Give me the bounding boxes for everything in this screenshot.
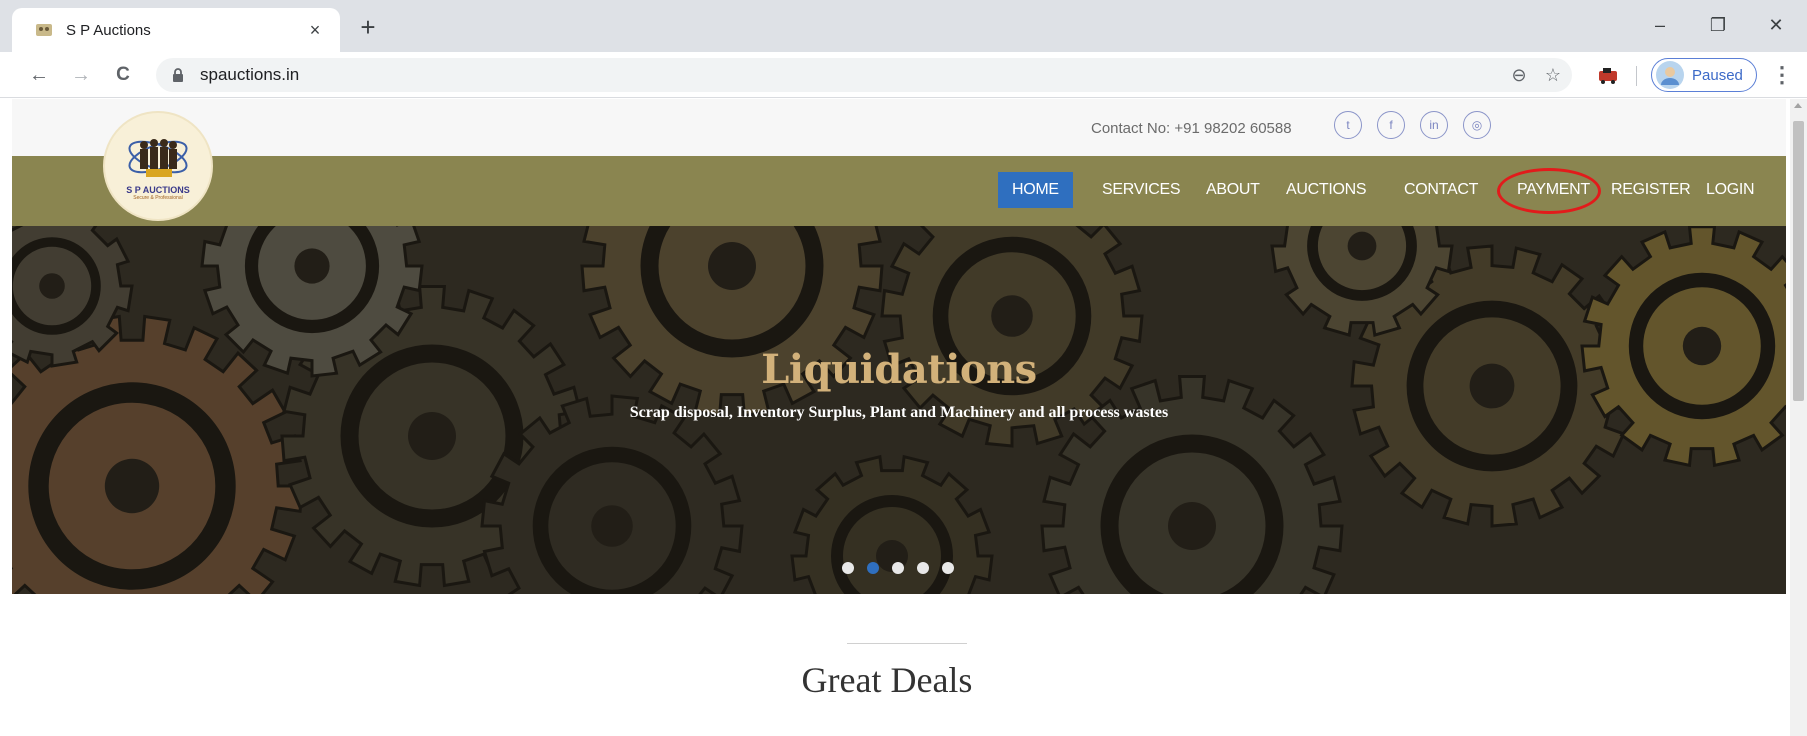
site-top-bar: Contact No: +91 98202 60588 t f in ◎ — [12, 99, 1786, 156]
scrollbar-thumb[interactable] — [1793, 121, 1804, 401]
facebook-icon[interactable]: f — [1377, 111, 1405, 139]
page-scrollbar[interactable] — [1790, 99, 1807, 736]
site-favicon-icon — [34, 20, 54, 40]
contact-number: Contact No: +91 98202 60588 — [1091, 120, 1292, 137]
logo-tagline: Secure & Professional — [133, 195, 183, 201]
section-divider — [847, 643, 967, 644]
nav-register[interactable]: REGISTER — [1597, 172, 1704, 208]
nav-contact[interactable]: CONTACT — [1390, 172, 1492, 208]
carousel-dot[interactable] — [942, 562, 954, 574]
back-button[interactable]: ← — [24, 60, 54, 90]
paused-label: Paused — [1692, 66, 1743, 84]
browser-tab-strip: S P Auctions × + – ❐ ✕ — [0, 0, 1807, 52]
minimize-button[interactable]: – — [1640, 10, 1680, 40]
nav-home[interactable]: HOME — [998, 172, 1073, 208]
profile-paused-button[interactable]: Paused — [1651, 58, 1757, 92]
nav-login[interactable]: LOGIN — [1692, 172, 1768, 208]
url-text: spauctions.in — [200, 65, 300, 84]
hero-title: Liquidations — [761, 346, 1037, 393]
nav-payment[interactable]: PAYMENT — [1503, 172, 1604, 208]
nav-services[interactable]: SERVICES — [1088, 172, 1194, 208]
main-navbar: HOME SERVICES ABOUT AUCTIONS CONTACT PAY… — [12, 156, 1786, 226]
carousel-dot[interactable] — [842, 562, 854, 574]
twitter-icon[interactable]: t — [1334, 111, 1362, 139]
zoom-icon[interactable]: ⊖ — [1504, 58, 1534, 92]
nav-auctions[interactable]: AUCTIONS — [1272, 172, 1380, 208]
hero-subtitle: Scrap disposal, Inventory Surplus, Plant… — [629, 404, 1169, 421]
address-bar[interactable]: spauctions.in ⊖ ☆ — [156, 58, 1572, 92]
nav-about[interactable]: ABOUT — [1192, 172, 1274, 208]
site-logo[interactable]: S P AUCTIONS Secure & Professional — [105, 113, 211, 219]
logo-text: S P AUCTIONS — [126, 185, 190, 195]
page-viewport: Contact No: +91 98202 60588 t f in ◎ S P… — [0, 99, 1790, 736]
hero-carousel[interactable]: Liquidations Scrap disposal, Inventory S… — [12, 226, 1786, 594]
carousel-dot-active[interactable] — [867, 562, 879, 574]
new-tab-button[interactable]: + — [352, 12, 384, 44]
browser-menu-icon[interactable]: ⋮ — [1770, 60, 1794, 90]
dribbble-icon[interactable]: ◎ — [1463, 111, 1491, 139]
tab-title: S P Auctions — [66, 21, 151, 39]
linkedin-icon[interactable]: in — [1420, 111, 1448, 139]
extension-icon[interactable] — [1597, 65, 1619, 85]
carousel-dot[interactable] — [917, 562, 929, 574]
carousel-indicators — [842, 562, 954, 574]
profile-avatar — [1656, 61, 1684, 89]
lock-icon — [173, 68, 183, 82]
carousel-dot[interactable] — [892, 562, 904, 574]
bookmark-star-icon[interactable]: ☆ — [1538, 58, 1568, 92]
forward-button[interactable]: → — [66, 60, 96, 90]
section-title: Great Deals — [801, 660, 973, 700]
tab-close-icon[interactable]: × — [304, 20, 326, 41]
reload-button[interactable]: C — [108, 60, 138, 90]
browser-toolbar: ← → C spauctions.in ⊖ ☆ Paused ⋮ — [0, 52, 1807, 98]
people-logo-icon — [128, 139, 188, 177]
scroll-up-arrow-icon[interactable] — [1794, 103, 1802, 108]
close-window-button[interactable]: ✕ — [1756, 10, 1796, 40]
browser-tab[interactable]: S P Auctions × — [12, 8, 340, 52]
restore-button[interactable]: ❐ — [1698, 10, 1738, 40]
toolbar-separator — [1636, 66, 1637, 86]
